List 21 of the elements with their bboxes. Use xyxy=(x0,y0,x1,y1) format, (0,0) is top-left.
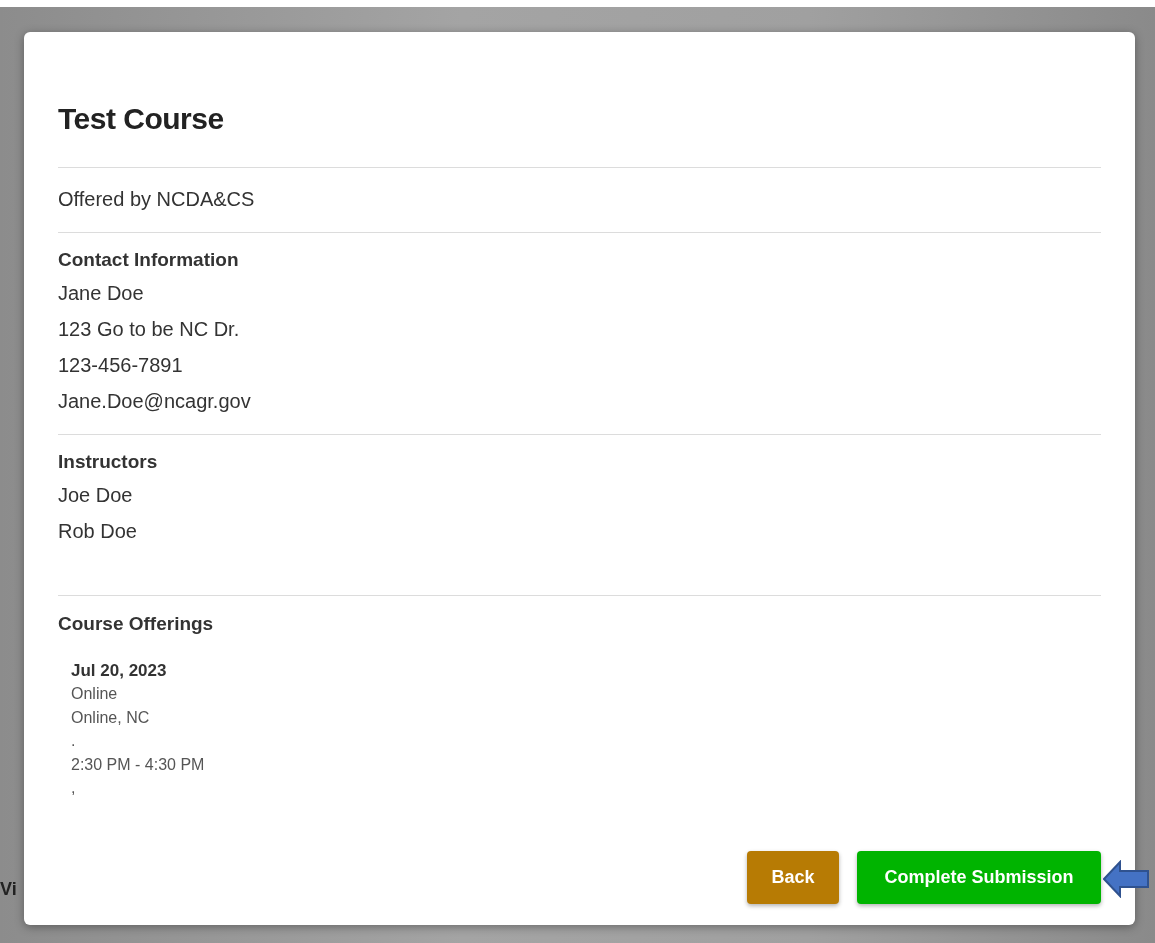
offering-text: 2:30 PM - 4:30 PM xyxy=(71,754,206,775)
back-button[interactable]: Back xyxy=(747,851,839,904)
instructor-name: Joe Doe xyxy=(58,483,134,508)
arrow-icon xyxy=(1103,860,1149,898)
offering-text: . xyxy=(71,731,77,751)
background-text: Vi xyxy=(0,879,17,899)
section-heading: Course Offerings xyxy=(58,612,215,636)
section-heading: Instructors xyxy=(58,450,159,474)
offering-text: Online, NC xyxy=(71,707,151,728)
contact-text: Jane.Doe@ncagr.gov xyxy=(58,389,252,414)
provider-text: Offered by NCDA&CS xyxy=(58,187,256,212)
offering-text: , xyxy=(71,778,77,798)
contact-text: 123-456-7891 xyxy=(58,353,184,378)
offering-text: Online xyxy=(71,684,119,704)
instructor-name: Rob Doe xyxy=(58,519,138,544)
offering-date: Jul 20, 2023 xyxy=(71,660,168,682)
dialog-title: Test Course xyxy=(58,101,225,137)
submit-button[interactable]: Complete Submission xyxy=(857,851,1101,904)
section-heading: Contact Information xyxy=(58,248,240,272)
contact-text: 123 Go to be NC Dr. xyxy=(58,317,241,342)
contact-text: Jane Doe xyxy=(58,281,145,306)
